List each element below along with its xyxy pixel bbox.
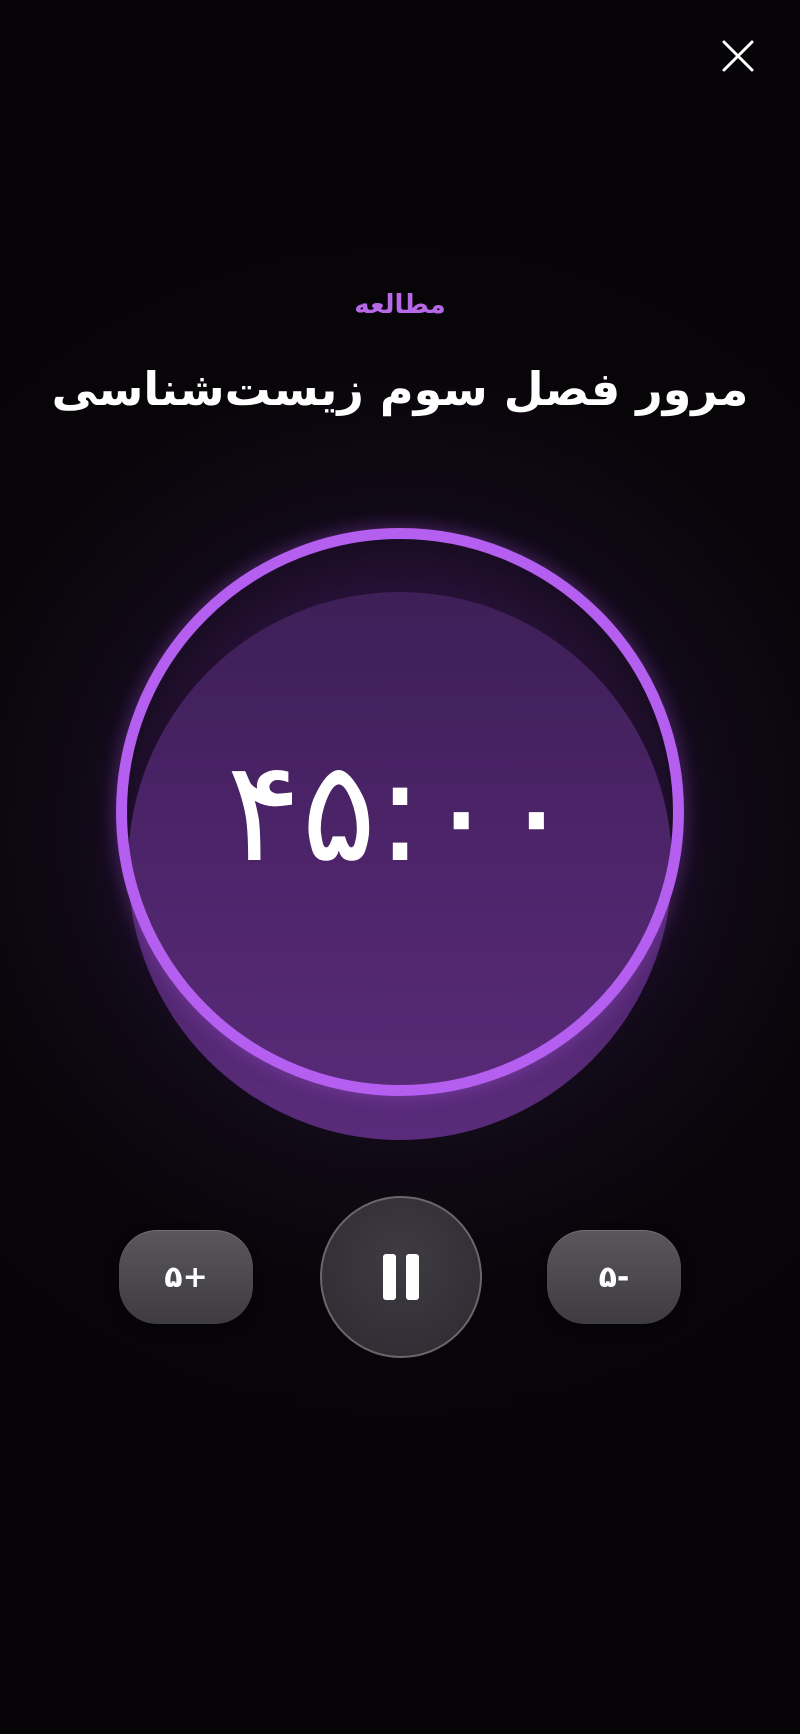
add-five-minutes-button[interactable]: ۵+ bbox=[119, 1230, 253, 1324]
focus-timer-screen: مطالعه مرور فصل سوم زیست‌شناسی ۴۵:۰۰ ۵+ … bbox=[0, 0, 800, 1734]
close-button[interactable] bbox=[712, 30, 764, 82]
pause-button[interactable] bbox=[320, 1196, 482, 1358]
session-category: مطالعه bbox=[354, 290, 446, 320]
pause-icon bbox=[383, 1254, 419, 1300]
subtract-five-minutes-button[interactable]: ۵- bbox=[547, 1230, 681, 1324]
timer-display: ۴۵:۰۰ bbox=[226, 731, 574, 894]
close-icon bbox=[722, 40, 754, 72]
session-title: مرور فصل سوم زیست‌شناسی bbox=[51, 362, 749, 416]
